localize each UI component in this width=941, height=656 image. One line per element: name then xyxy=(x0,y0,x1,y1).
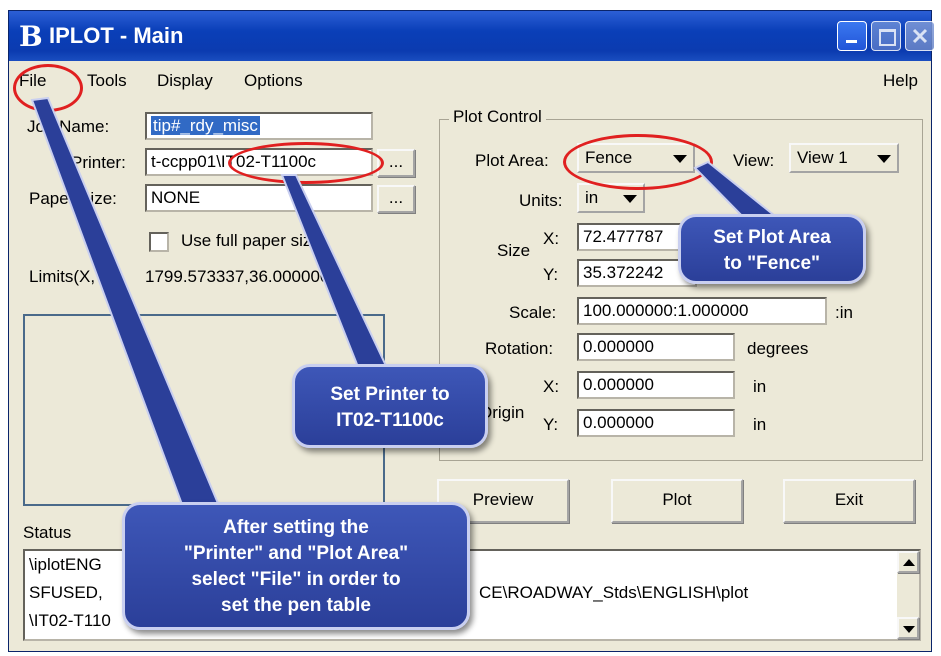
file-callout-line-3: select "File" in order to xyxy=(191,569,401,590)
origin-y-label: Y: xyxy=(543,415,559,434)
limits-label: Limits(X,Y): xyxy=(29,267,117,286)
close-icon xyxy=(912,28,928,44)
plot-area-callout-line-2: to "Fence" xyxy=(723,253,821,274)
size-y-label: Y: xyxy=(543,265,559,284)
paper-size-label: Paper Size: xyxy=(29,189,117,208)
origin-y-unit: in xyxy=(753,415,767,434)
plot-area-highlight-circle xyxy=(563,134,713,190)
menu-help[interactable]: Help xyxy=(883,71,918,91)
file-callout: After setting the "Printer" and "Plot Ar… xyxy=(122,502,470,630)
menu-tools[interactable]: Tools xyxy=(87,71,127,91)
rotation-input[interactable]: 0.000000 xyxy=(577,333,735,361)
exit-button[interactable]: Exit xyxy=(783,479,915,523)
rotation-label: Rotation: xyxy=(485,339,554,358)
maximize-icon xyxy=(879,29,896,46)
file-callout-line-4: set the pen table xyxy=(221,595,371,616)
use-full-paper-checkbox[interactable] xyxy=(149,232,169,252)
printer-highlight-circle xyxy=(228,142,384,184)
plot-area-callout: Set Plot Area to "Fence" xyxy=(678,214,866,284)
printer-label: Printer: xyxy=(71,153,126,172)
plot-button[interactable]: Plot xyxy=(611,479,743,523)
chevron-down-icon xyxy=(877,155,891,163)
status-line-2: SFUSED, xyxy=(29,583,103,602)
status-line-3: \IT02-T110 xyxy=(29,611,111,630)
origin-x-input[interactable]: 0.000000 xyxy=(577,371,735,399)
origin-x-unit: in xyxy=(753,377,767,396)
menu-bar: File Tools Display Options Help xyxy=(9,63,931,93)
origin-y-input[interactable]: 0.000000 xyxy=(577,409,735,437)
scroll-up-button[interactable] xyxy=(897,551,919,573)
menu-options[interactable]: Options xyxy=(244,71,303,91)
minimize-button[interactable] xyxy=(837,21,867,51)
file-callout-line-1: After setting the xyxy=(223,517,369,538)
plot-control-title: Plot Control xyxy=(449,107,546,127)
close-button[interactable] xyxy=(905,21,935,51)
printer-callout: Set Printer to IT02-T1100c xyxy=(292,364,488,448)
printer-callout-line-1: Set Printer to xyxy=(330,384,450,405)
units-label: Units: xyxy=(519,191,563,210)
status-line-2-tail: CE\ROADWAY_Stds\ENGLISH\plot xyxy=(479,583,749,602)
view-value: View 1 xyxy=(797,148,848,167)
view-dropdown[interactable]: View 1 xyxy=(789,143,899,173)
scroll-down-button[interactable] xyxy=(897,617,919,639)
paper-size-input[interactable]: NONE xyxy=(145,184,373,212)
size-label: Size xyxy=(497,241,531,260)
maximize-button[interactable] xyxy=(871,21,901,51)
status-scrollbar[interactable] xyxy=(897,551,919,639)
limits-value: 1799.573337,36.000000 xyxy=(145,267,330,286)
minimize-icon xyxy=(846,40,857,43)
chevron-down-icon xyxy=(623,195,637,203)
plot-area-label: Plot Area: xyxy=(475,151,549,170)
status-label: Status xyxy=(23,523,72,542)
scale-label: Scale: xyxy=(509,303,557,322)
arrow-up-icon xyxy=(903,559,915,566)
origin-x-label: X: xyxy=(543,377,560,396)
size-x-label: X: xyxy=(543,229,560,248)
job-name-value: tip#_rdy_misc xyxy=(151,116,260,135)
status-line-1: \iplotENG xyxy=(29,555,102,574)
bentley-b-icon: B xyxy=(19,20,43,53)
rotation-unit: degrees xyxy=(747,339,809,358)
menu-display[interactable]: Display xyxy=(157,71,213,91)
plot-area-callout-line-1: Set Plot Area xyxy=(713,227,831,248)
units-value: in xyxy=(585,188,599,207)
paper-size-browse-button[interactable]: ... xyxy=(377,185,415,213)
scale-input[interactable]: 100.000000:1.000000 xyxy=(577,297,827,325)
job-name-label: Job Name: xyxy=(27,117,110,136)
arrow-down-icon xyxy=(903,626,915,633)
view-label: View: xyxy=(733,151,775,170)
window-title: IPLOT - Main xyxy=(49,23,184,48)
use-full-paper-label: Use full paper size xyxy=(181,231,321,250)
scale-unit: :in xyxy=(835,303,853,322)
file-callout-line-2: "Printer" and "Plot Area" xyxy=(183,543,409,564)
job-name-input[interactable]: tip#_rdy_misc xyxy=(145,112,373,140)
title-bar[interactable]: B IPLOT - Main xyxy=(9,11,935,61)
printer-callout-line-2: IT02-T1100c xyxy=(336,410,444,431)
file-highlight-circle xyxy=(13,64,83,112)
